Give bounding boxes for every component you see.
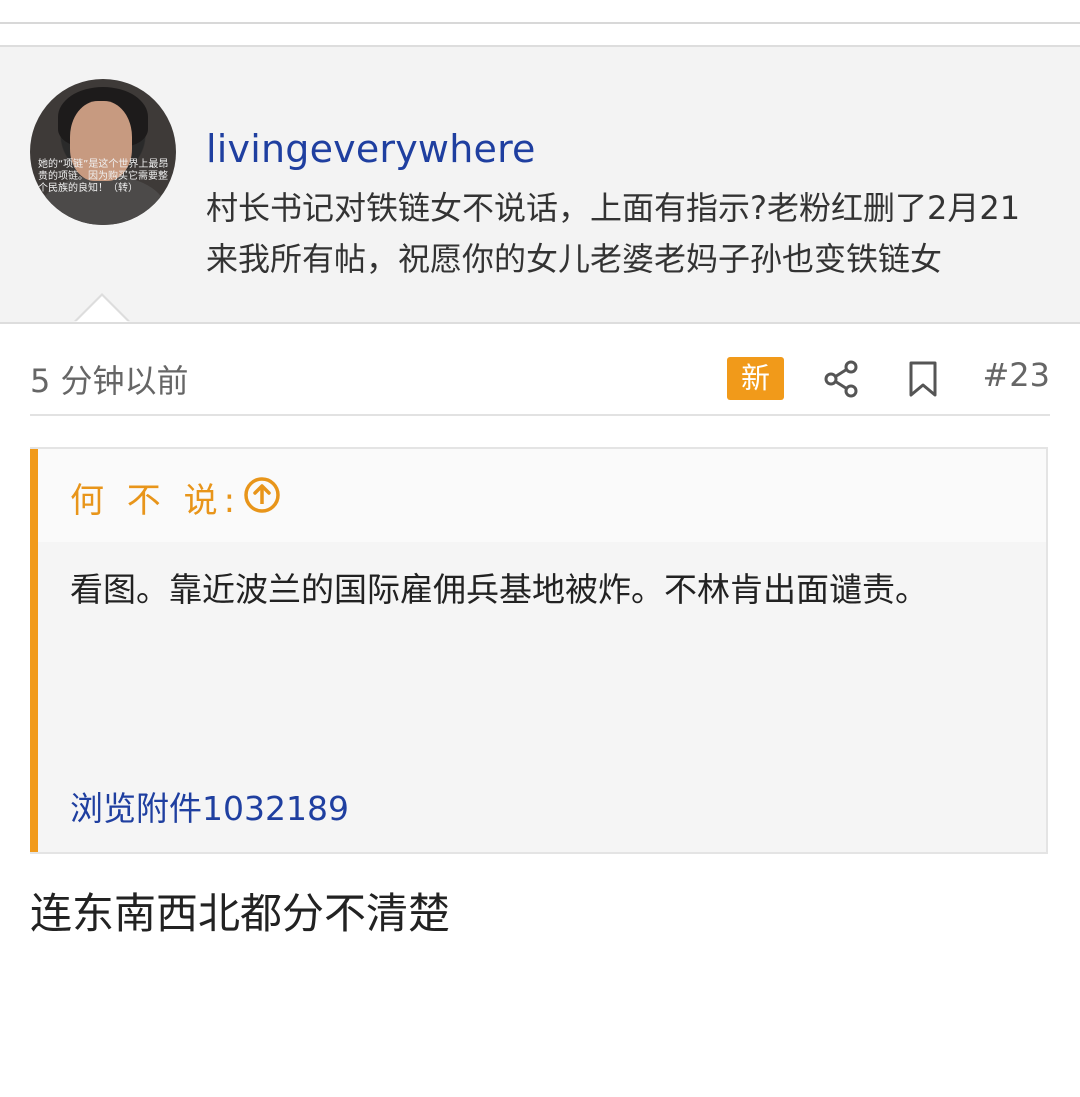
- quote-block: 何 不 说: 看图。靠近波兰的国际雇佣兵基地被炸。不林肯出面谴责。 浏览附件10…: [30, 447, 1048, 854]
- reply-text: 连东南西北都分不清楚: [30, 889, 451, 938]
- avatar-caption: 她的“项链”是这个世界上最昂贵的项链。因为购买它需要整个民族的良知！（转）: [38, 159, 169, 194]
- attachment-link[interactable]: 浏览附件1032189: [70, 782, 349, 830]
- post-meta-row: 5 分钟以前 新 #23: [30, 352, 1050, 408]
- share-icon[interactable]: [823, 360, 859, 398]
- avatar[interactable]: 她的“项链”是这个世界上最昂贵的项链。因为购买它需要整个民族的良知！（转）: [30, 79, 176, 225]
- new-badge: 新: [727, 357, 784, 400]
- arrow-up-circle-icon[interactable]: [243, 476, 281, 514]
- post-number[interactable]: #23: [982, 356, 1050, 394]
- user-signature: 村长书记对铁链女不说话，上面有指示?老粉红删了2月21来我所有帖，祝愿你的女儿老…: [206, 189, 1021, 278]
- meta-divider: [30, 414, 1050, 416]
- post-timestamp: 5 分钟以前: [30, 362, 189, 400]
- quote-accent-bar: [30, 449, 38, 852]
- quote-text: 看图。靠近波兰的国际雇佣兵基地被炸。不林肯出面谴责。: [70, 570, 928, 609]
- bookmark-icon[interactable]: [907, 360, 939, 398]
- quote-header: 何 不 说:: [38, 449, 1046, 542]
- user-profile-card: 她的“项链”是这个世界上最昂贵的项链。因为购买它需要整个民族的良知！（转） li…: [0, 45, 1080, 324]
- username-link[interactable]: livingeverywhere: [206, 127, 536, 171]
- top-divider: [0, 22, 1080, 24]
- quote-author: 何 不 说:: [70, 481, 242, 521]
